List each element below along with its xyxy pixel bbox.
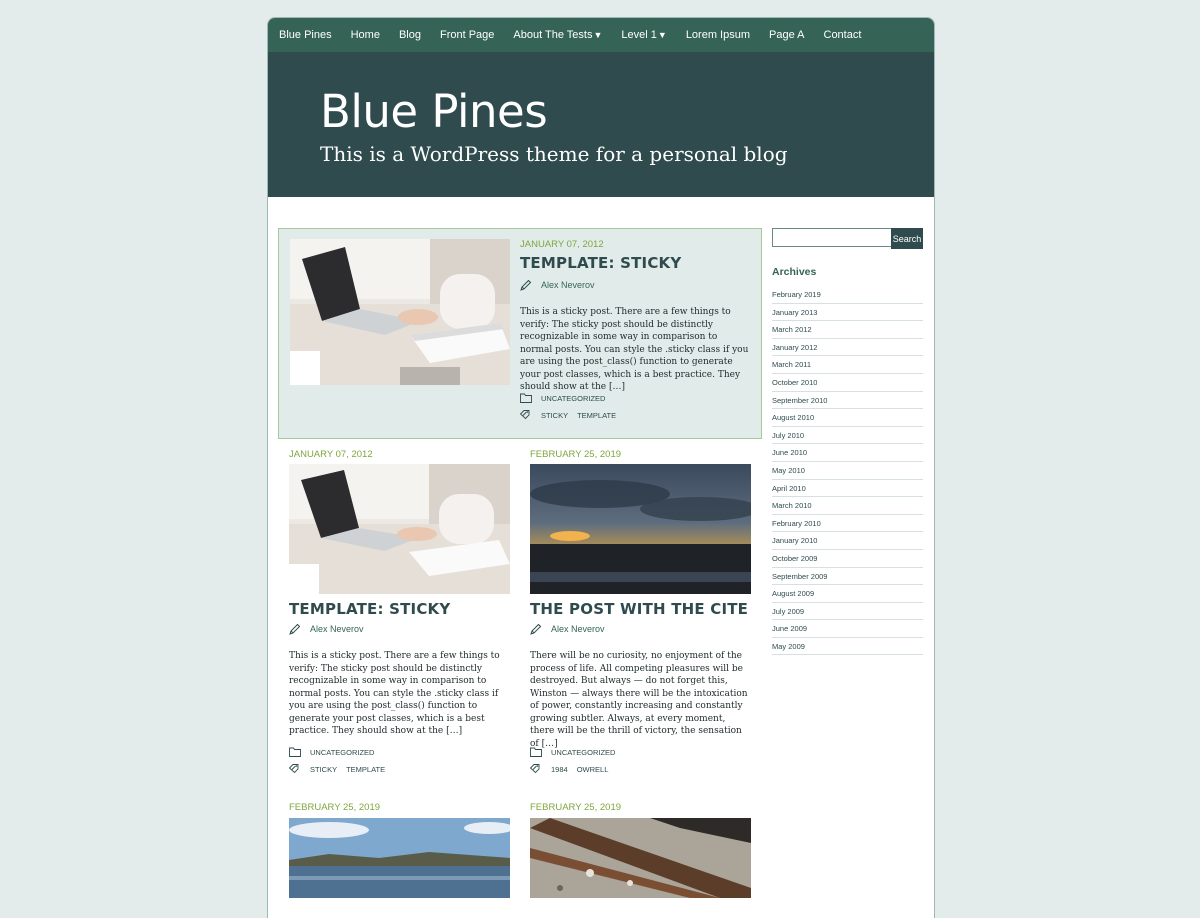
archive-link[interactable]: July 2010 [772,427,923,445]
archives-list: February 2019 January 2013 March 2012 Ja… [772,286,923,656]
post-title[interactable]: TEMPLATE: STICKY [289,600,450,618]
post-excerpt: This is a sticky post. There are a few t… [520,307,749,392]
archive-link[interactable]: July 2009 [772,603,923,621]
post-date[interactable]: FEBRUARY 25, 2019 [530,449,621,460]
archive-link[interactable]: February 2019 [772,286,923,304]
page-wrapper: Blue Pines Home Blog Front Page About Th… [267,17,935,918]
tag-link[interactable]: TEMPLATE [577,411,616,420]
post-title[interactable]: TEMPLATE: STICKY [520,254,681,272]
archive-link[interactable]: October 2010 [772,374,923,392]
archive-link[interactable]: May 2009 [772,638,923,656]
archive-link[interactable]: June 2010 [772,444,923,462]
nav-item-about-tests[interactable]: About The Tests▼ [513,29,602,41]
archive-link[interactable]: January 2012 [772,339,923,357]
category-link[interactable]: UNCATEGORIZED [310,748,374,757]
post-category: UNCATEGORIZED [520,393,605,403]
archive-link[interactable]: March 2011 [772,356,923,374]
archive-link[interactable]: March 2012 [772,321,923,339]
tags-icon [530,764,540,774]
nav-item-contact[interactable]: Contact [824,29,862,41]
tag-link[interactable]: TEMPLATE [346,765,385,774]
nav-item-home[interactable]: Home [351,29,380,41]
post-tags: STICKY TEMPLATE [520,410,625,420]
archive-link[interactable]: June 2009 [772,620,923,638]
category-link[interactable]: UNCATEGORIZED [551,748,615,757]
author-link[interactable]: Alex Neverov [310,624,364,634]
post-author: Alex Neverov [289,623,364,635]
author-link[interactable]: Alex Neverov [541,280,595,290]
laptop-thumbnail[interactable] [290,239,510,385]
tag-link[interactable]: STICKY [310,765,337,774]
post-date[interactable]: FEBRUARY 25, 2019 [289,802,380,813]
search-form: Search [772,228,923,249]
archive-link[interactable]: May 2010 [772,462,923,480]
archive-link[interactable]: January 2013 [772,304,923,322]
category-link[interactable]: UNCATEGORIZED [541,394,605,403]
pencil-icon [530,623,542,635]
archive-link[interactable]: September 2009 [772,568,923,586]
site-description: This is a WordPress theme for a personal… [320,142,788,166]
folder-icon [520,393,532,403]
tags-icon [520,410,530,420]
sticky-post: JANUARY 07, 2012 TEMPLATE: STICKY Alex N… [278,228,762,439]
tag-link[interactable]: OWRELL [577,765,609,774]
post-date[interactable]: JANUARY 07, 2012 [289,449,373,460]
post-author: Alex Neverov [520,279,595,291]
post-excerpt: This is a sticky post. There are a few t… [289,651,500,736]
archive-link[interactable]: April 2010 [772,480,923,498]
post-title[interactable]: THE POST WITH THE CITE [530,600,748,618]
tags-icon [289,764,299,774]
nav-item-front-page[interactable]: Front Page [440,29,494,41]
archives-title: Archives [772,266,817,278]
post-date[interactable]: JANUARY 07, 2012 [520,239,604,250]
main-nav: Blue Pines Home Blog Front Page About Th… [268,18,934,52]
main-content: JANUARY 07, 2012 TEMPLATE: STICKY Alex N… [268,197,934,898]
site-title[interactable]: Blue Pines [320,85,548,138]
sunset-thumbnail[interactable] [530,464,751,594]
post-tags: 1984 OWRELL [530,764,617,774]
folder-icon [289,747,301,757]
nav-item-lorem-ipsum[interactable]: Lorem Ipsum [686,29,750,41]
caret-down-icon: ▼ [657,30,667,40]
post-date[interactable]: FEBRUARY 25, 2019 [530,802,621,813]
nav-item-level-1[interactable]: Level 1▼ [621,29,666,41]
search-input[interactable] [772,228,891,247]
archive-link[interactable]: August 2010 [772,409,923,427]
pencil-icon [289,623,301,635]
post-author: Alex Neverov [530,623,605,635]
archive-link[interactable]: October 2009 [772,550,923,568]
tag-link[interactable]: STICKY [541,411,568,420]
post-tags: STICKY TEMPLATE [289,764,394,774]
nav-item-site[interactable]: Blue Pines [279,29,332,41]
archive-link[interactable]: March 2010 [772,497,923,515]
archive-link[interactable]: February 2010 [772,515,923,533]
archive-link[interactable]: August 2009 [772,585,923,603]
post-excerpt: There will be no curiosity, no enjoyment… [530,651,748,749]
rail-thumbnail[interactable] [530,818,751,898]
caret-down-icon: ▼ [593,30,603,40]
sidebar: Search Archives February 2019 January 20… [772,228,923,656]
site-header: Blue Pines This is a WordPress theme for… [268,52,934,197]
search-button[interactable]: Search [891,228,923,249]
tag-link[interactable]: 1984 [551,765,568,774]
archive-link[interactable]: January 2010 [772,532,923,550]
archive-link[interactable]: September 2010 [772,392,923,410]
nav-item-blog[interactable]: Blog [399,29,421,41]
post-category: UNCATEGORIZED [289,747,374,757]
author-link[interactable]: Alex Neverov [551,624,605,634]
folder-icon [530,747,542,757]
lake-thumbnail[interactable] [289,818,510,898]
nav-item-page-a[interactable]: Page A [769,29,804,41]
post-category: UNCATEGORIZED [530,747,615,757]
pencil-icon [520,279,532,291]
laptop-thumbnail[interactable] [289,464,510,594]
